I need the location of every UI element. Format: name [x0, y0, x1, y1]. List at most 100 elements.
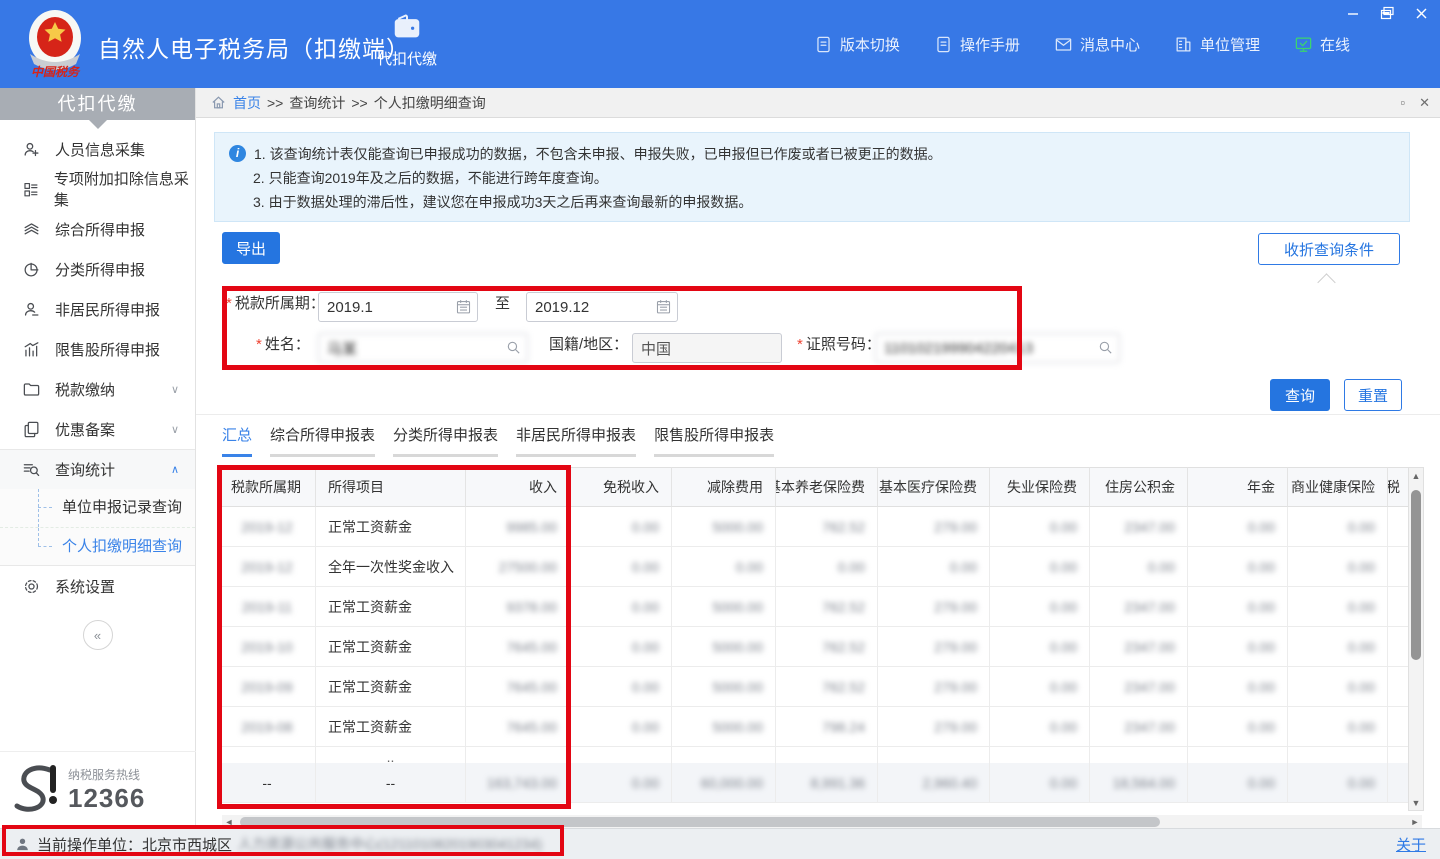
- table-cell: [990, 747, 1090, 763]
- table-cell: 2347.00: [1090, 507, 1188, 547]
- table-cell: [570, 747, 672, 763]
- breadcrumb-item: 个人扣缴明细查询: [374, 93, 486, 113]
- calendar-icon[interactable]: [655, 298, 672, 315]
- vertical-scroll-thumb[interactable]: [1411, 490, 1421, 660]
- table-row-clipped: ..: [218, 747, 1408, 763]
- svg-text:中国税务: 中国税务: [31, 65, 81, 79]
- horizontal-scrollbar[interactable]: ◄ ►: [222, 815, 1422, 829]
- result-tabs: 汇总综合所得申报表分类所得申报表非居民所得申报表限售股所得申报表: [222, 424, 774, 457]
- tab-非居民所得申报表[interactable]: 非居民所得申报表: [516, 424, 636, 457]
- reset-button[interactable]: 重置: [1344, 379, 1402, 411]
- header-menu-消息中心[interactable]: 消息中心: [1054, 34, 1140, 55]
- vertical-scrollbar[interactable]: ▲ ▼: [1408, 467, 1424, 811]
- table-cell: [1188, 747, 1288, 763]
- table-cell: 279.00: [878, 667, 990, 707]
- table-header-cell: 基本医疗保险费: [878, 467, 990, 507]
- header-menu-单位管理[interactable]: 单位管理: [1174, 34, 1260, 55]
- close-icon[interactable]: [1412, 4, 1430, 22]
- table-cell: 0.00: [1288, 667, 1388, 707]
- header-menu: 版本切换 操作手册 消息中心 单位管理 在线: [814, 0, 1350, 88]
- collapse-query-button[interactable]: 收折查询条件: [1258, 233, 1400, 265]
- person-add-icon: [22, 140, 41, 159]
- table-cell: 5000.00: [672, 707, 776, 747]
- search-icon[interactable]: [1097, 339, 1114, 356]
- sidebar-item-label: 分类所得申报: [55, 259, 145, 280]
- table-header-row: 税款所属期所得项目收入免税收入减除费用基本养老保险费基本医疗保险费失业保险费住房…: [218, 467, 1408, 507]
- restore-icon[interactable]: [1378, 4, 1396, 22]
- table-cell: 0.00: [990, 707, 1090, 747]
- id-number-field[interactable]: [875, 333, 1120, 363]
- breadcrumb-home[interactable]: 首页: [233, 93, 261, 113]
- name-field[interactable]: [318, 333, 528, 363]
- table-cell: 0.00: [776, 547, 878, 587]
- sidebar-item-分类所得申报[interactable]: 分类所得申报: [0, 249, 195, 289]
- sidebar-title-arrow: [89, 120, 107, 129]
- tab-限售股所得申报表[interactable]: 限售股所得申报表: [654, 424, 774, 457]
- tab-分类所得申报表[interactable]: 分类所得申报表: [393, 424, 498, 457]
- scroll-down-icon[interactable]: ▼: [1409, 795, 1423, 810]
- table-cell: 7645.00: [466, 707, 570, 747]
- mail-icon: [1054, 35, 1073, 54]
- tab-综合所得申报表[interactable]: 综合所得申报表: [270, 424, 375, 457]
- person-icon: [22, 300, 41, 319]
- table-cell: 279.00: [878, 627, 990, 667]
- app-header: 中国税务 自然人电子税务局（扣缴端） 代扣代缴 版本切换操作手册消息中心单位管理…: [0, 0, 1440, 88]
- table-cell: [1090, 747, 1188, 763]
- sidebar-item-限售股所得申报[interactable]: 限售股所得申报: [0, 329, 195, 369]
- table-cell: 2019-10: [218, 627, 316, 667]
- header-menu-版本切换[interactable]: 版本切换: [814, 34, 900, 55]
- horizontal-scroll-thumb[interactable]: [240, 817, 1160, 827]
- table-cell: 0.00: [1188, 763, 1288, 803]
- period-to-field[interactable]: [526, 292, 678, 322]
- search-icon[interactable]: [505, 339, 522, 356]
- period-from-field[interactable]: [318, 292, 478, 322]
- table-cell: 60,000.00: [672, 763, 776, 803]
- breadcrumb: 首页 >> 查询统计 >> 个人扣缴明细查询 ▫ ✕: [196, 88, 1440, 118]
- table-cell: 0.00: [990, 507, 1090, 547]
- panel-maximize-icon[interactable]: ▫: [1400, 95, 1405, 111]
- table-cell: 0.00: [1288, 763, 1388, 803]
- panel-close-icon[interactable]: ✕: [1419, 95, 1430, 111]
- tab-daikou-daijiao[interactable]: 代扣代缴: [352, 12, 462, 69]
- sidebar-item-人员信息采集[interactable]: 人员信息采集: [0, 129, 195, 169]
- scroll-up-icon[interactable]: ▲: [1409, 468, 1423, 483]
- sidebar-item-优惠备案[interactable]: 优惠备案∨: [0, 409, 195, 449]
- sidebar-subitem-单位申报记录查询[interactable]: 单位申报记录查询: [0, 489, 195, 527]
- period-from-input[interactable]: [318, 292, 478, 322]
- query-form-row-2: 姓名： 国籍/地区： 证照号码：: [196, 333, 1440, 365]
- scroll-left-icon[interactable]: ◄: [222, 817, 236, 827]
- header-menu-label: 消息中心: [1080, 34, 1140, 55]
- sidebar-item-系统设置[interactable]: 系统设置: [0, 566, 195, 606]
- notice-line-3: 3. 由于数据处理的滞后性，建议您在申报成功3天之后再来查询最新的申报数据。: [253, 190, 1395, 214]
- sidebar-subitem-个人扣缴明细查询[interactable]: 个人扣缴明细查询: [0, 527, 195, 565]
- name-input[interactable]: [318, 333, 528, 363]
- tab-汇总[interactable]: 汇总: [222, 424, 252, 457]
- breadcrumb-sep: >>: [267, 95, 283, 111]
- table-cell: 0.00: [1090, 547, 1188, 587]
- table-cell: [672, 747, 776, 763]
- table-header-cell: 住房公积金: [1090, 467, 1188, 507]
- header-menu-在线[interactable]: 在线: [1294, 34, 1350, 55]
- sidebar-collapse-button[interactable]: «: [83, 620, 113, 650]
- sidebar-item-专项附加扣除信息采集[interactable]: 专项附加扣除信息采集: [0, 169, 195, 209]
- query-button[interactable]: 查询: [1270, 379, 1330, 411]
- result-table: 税款所属期所得项目收入免税收入减除费用基本养老保险费基本医疗保险费失业保险费住房…: [218, 467, 1408, 803]
- table-cell: 279.00: [878, 507, 990, 547]
- id-number-input[interactable]: [875, 333, 1120, 363]
- sidebar-item-综合所得申报[interactable]: 综合所得申报: [0, 209, 195, 249]
- header-menu-操作手册[interactable]: 操作手册: [934, 34, 1020, 55]
- table-header-cell: 所得项目: [316, 467, 466, 507]
- about-link[interactable]: 关于: [1396, 834, 1426, 855]
- table-cell: 2019-08: [218, 707, 316, 747]
- sidebar-item-非居民所得申报[interactable]: 非居民所得申报: [0, 289, 195, 329]
- sidebar-item-label: 非居民所得申报: [55, 299, 160, 320]
- export-button[interactable]: 导出: [222, 232, 280, 264]
- home-icon: [210, 94, 227, 111]
- sidebar-item-查询统计[interactable]: 查询统计∧: [0, 449, 195, 489]
- calendar-icon[interactable]: [455, 298, 472, 315]
- notice-line-2: 2. 只能查询2019年及之后的数据，不能进行跨年度查询。: [253, 166, 1395, 190]
- sidebar-item-税款缴纳[interactable]: 税款缴纳∨: [0, 369, 195, 409]
- scroll-right-icon[interactable]: ►: [1408, 817, 1422, 827]
- minimize-icon[interactable]: [1344, 4, 1362, 22]
- table-cell: [218, 747, 316, 763]
